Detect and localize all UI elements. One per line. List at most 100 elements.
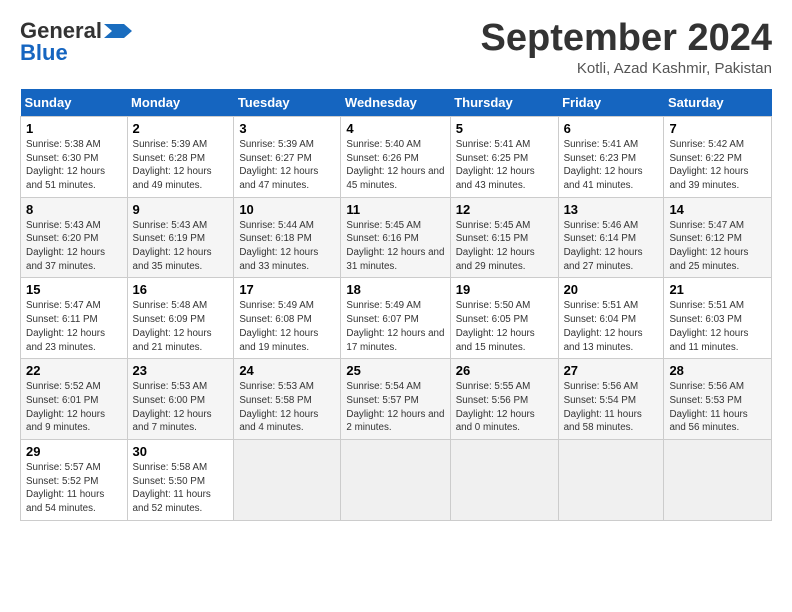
day-info: Sunrise: 5:54 AMSunset: 5:57 PMDaylight:… bbox=[346, 380, 444, 435]
calendar-week-row: 15 Sunrise: 5:47 AMSunset: 6:11 PMDayligh… bbox=[21, 278, 772, 359]
calendar-cell: 10 Sunrise: 5:44 AMSunset: 6:18 PMDayligh… bbox=[234, 197, 341, 278]
day-number: 16 bbox=[133, 282, 229, 297]
day-info: Sunrise: 5:47 AMSunset: 6:12 PMDaylight:… bbox=[669, 219, 766, 274]
logo: General Blue bbox=[20, 18, 132, 66]
calendar-cell: 2 Sunrise: 5:39 AMSunset: 6:28 PMDaylight… bbox=[127, 116, 234, 197]
day-info: Sunrise: 5:47 AMSunset: 6:11 PMDaylight:… bbox=[26, 299, 122, 354]
day-number: 4 bbox=[346, 121, 444, 136]
day-info: Sunrise: 5:56 AMSunset: 5:53 PMDaylight:… bbox=[669, 380, 766, 435]
calendar-cell: 11Sunrise: 5:45 AMSunset: 6:16 PMDayligh… bbox=[341, 197, 450, 278]
header-cell-tuesday: Tuesday bbox=[234, 89, 341, 117]
day-info: Sunrise: 5:42 AMSunset: 6:22 PMDaylight:… bbox=[669, 138, 766, 193]
day-number: 24 bbox=[239, 363, 335, 378]
day-info: Sunrise: 5:40 AMSunset: 6:26 PMDaylight:… bbox=[346, 138, 444, 193]
day-number: 10 bbox=[239, 202, 335, 217]
day-info: Sunrise: 5:41 AMSunset: 6:23 PMDaylight:… bbox=[564, 138, 659, 193]
calendar-cell: 29 Sunrise: 5:57 AMSunset: 5:52 PMDayligh… bbox=[21, 440, 128, 521]
calendar-cell: 7Sunrise: 5:42 AMSunset: 6:22 PMDaylight… bbox=[664, 116, 772, 197]
day-info: Sunrise: 5:58 AMSunset: 5:50 PMDaylight:… bbox=[133, 461, 229, 516]
day-number: 2 bbox=[133, 121, 229, 136]
calendar-cell: 14 Sunrise: 5:47 AMSunset: 6:12 PMDayligh… bbox=[664, 197, 772, 278]
day-info: Sunrise: 5:45 AMSunset: 6:15 PMDaylight:… bbox=[456, 219, 553, 274]
day-number: 29 bbox=[26, 444, 122, 459]
header-cell-sunday: Sunday bbox=[21, 89, 128, 117]
day-info: Sunrise: 5:43 AMSunset: 6:20 PMDaylight:… bbox=[26, 219, 122, 274]
day-number: 17 bbox=[239, 282, 335, 297]
calendar-page: General Blue September 2024 Kotli, Azad … bbox=[0, 0, 792, 531]
day-number: 23 bbox=[133, 363, 229, 378]
calendar-cell: 1 Sunrise: 5:38 AMSunset: 6:30 PMDaylight… bbox=[21, 116, 128, 197]
day-number: 15 bbox=[26, 282, 122, 297]
day-info: Sunrise: 5:38 AMSunset: 6:30 PMDaylight:… bbox=[26, 138, 122, 193]
day-info: Sunrise: 5:50 AMSunset: 6:05 PMDaylight:… bbox=[456, 299, 553, 354]
calendar-cell: 16 Sunrise: 5:48 AMSunset: 6:09 PMDayligh… bbox=[127, 278, 234, 359]
calendar-cell: 20 Sunrise: 5:51 AMSunset: 6:04 PMDayligh… bbox=[558, 278, 664, 359]
day-info: Sunrise: 5:51 AMSunset: 6:04 PMDaylight:… bbox=[564, 299, 659, 354]
day-number: 20 bbox=[564, 282, 659, 297]
calendar-cell: 4 Sunrise: 5:40 AMSunset: 6:26 PMDaylight… bbox=[341, 116, 450, 197]
day-number: 9 bbox=[133, 202, 229, 217]
calendar-cell: 12 Sunrise: 5:45 AMSunset: 6:15 PMDayligh… bbox=[450, 197, 558, 278]
title-block: September 2024 Kotli, Azad Kashmir, Paki… bbox=[481, 18, 773, 77]
calendar-cell: 9 Sunrise: 5:43 AMSunset: 6:19 PMDaylight… bbox=[127, 197, 234, 278]
calendar-week-row: 29 Sunrise: 5:57 AMSunset: 5:52 PMDayligh… bbox=[21, 440, 772, 521]
header-cell-saturday: Saturday bbox=[664, 89, 772, 117]
day-number: 14 bbox=[669, 202, 766, 217]
header: General Blue September 2024 Kotli, Azad … bbox=[20, 18, 772, 77]
day-number: 28 bbox=[669, 363, 766, 378]
day-number: 18 bbox=[346, 282, 444, 297]
calendar-cell: 6 Sunrise: 5:41 AMSunset: 6:23 PMDaylight… bbox=[558, 116, 664, 197]
day-info: Sunrise: 5:52 AMSunset: 6:01 PMDaylight:… bbox=[26, 380, 122, 435]
logo-arrow-icon bbox=[104, 20, 132, 42]
calendar-cell: 24 Sunrise: 5:53 AMSunset: 5:58 PMDayligh… bbox=[234, 359, 341, 440]
day-number: 27 bbox=[564, 363, 659, 378]
calendar-week-row: 1 Sunrise: 5:38 AMSunset: 6:30 PMDaylight… bbox=[21, 116, 772, 197]
day-number: 19 bbox=[456, 282, 553, 297]
calendar-cell: 19 Sunrise: 5:50 AMSunset: 6:05 PMDayligh… bbox=[450, 278, 558, 359]
day-info: Sunrise: 5:44 AMSunset: 6:18 PMDaylight:… bbox=[239, 219, 335, 274]
calendar-cell: 28 Sunrise: 5:56 AMSunset: 5:53 PMDayligh… bbox=[664, 359, 772, 440]
day-number: 1 bbox=[26, 121, 122, 136]
calendar-week-row: 8Sunrise: 5:43 AMSunset: 6:20 PMDaylight… bbox=[21, 197, 772, 278]
day-info: Sunrise: 5:53 AMSunset: 6:00 PMDaylight:… bbox=[133, 380, 229, 435]
location: Kotli, Azad Kashmir, Pakistan bbox=[481, 60, 773, 77]
day-info: Sunrise: 5:39 AMSunset: 6:28 PMDaylight:… bbox=[133, 138, 229, 193]
header-cell-monday: Monday bbox=[127, 89, 234, 117]
calendar-cell: 18 Sunrise: 5:49 AMSunset: 6:07 PMDayligh… bbox=[341, 278, 450, 359]
logo-text-blue: Blue bbox=[20, 40, 68, 66]
day-number: 12 bbox=[456, 202, 553, 217]
day-info: Sunrise: 5:48 AMSunset: 6:09 PMDaylight:… bbox=[133, 299, 229, 354]
calendar-cell: 17 Sunrise: 5:49 AMSunset: 6:08 PMDayligh… bbox=[234, 278, 341, 359]
day-info: Sunrise: 5:41 AMSunset: 6:25 PMDaylight:… bbox=[456, 138, 553, 193]
day-info: Sunrise: 5:49 AMSunset: 6:08 PMDaylight:… bbox=[239, 299, 335, 354]
calendar-cell: 23 Sunrise: 5:53 AMSunset: 6:00 PMDayligh… bbox=[127, 359, 234, 440]
header-cell-friday: Friday bbox=[558, 89, 664, 117]
day-number: 22 bbox=[26, 363, 122, 378]
calendar-cell bbox=[664, 440, 772, 521]
calendar-cell: 27Sunrise: 5:56 AMSunset: 5:54 PMDayligh… bbox=[558, 359, 664, 440]
month-title: September 2024 bbox=[481, 18, 773, 60]
day-number: 21 bbox=[669, 282, 766, 297]
day-number: 6 bbox=[564, 121, 659, 136]
day-info: Sunrise: 5:43 AMSunset: 6:19 PMDaylight:… bbox=[133, 219, 229, 274]
calendar-cell: 30 Sunrise: 5:58 AMSunset: 5:50 PMDayligh… bbox=[127, 440, 234, 521]
day-number: 3 bbox=[239, 121, 335, 136]
calendar-cell: 15 Sunrise: 5:47 AMSunset: 6:11 PMDayligh… bbox=[21, 278, 128, 359]
calendar-cell bbox=[558, 440, 664, 521]
day-info: Sunrise: 5:57 AMSunset: 5:52 PMDaylight:… bbox=[26, 461, 122, 516]
day-number: 30 bbox=[133, 444, 229, 459]
calendar-cell: 13 Sunrise: 5:46 AMSunset: 6:14 PMDayligh… bbox=[558, 197, 664, 278]
day-info: Sunrise: 5:39 AMSunset: 6:27 PMDaylight:… bbox=[239, 138, 335, 193]
day-number: 13 bbox=[564, 202, 659, 217]
day-info: Sunrise: 5:49 AMSunset: 6:07 PMDaylight:… bbox=[346, 299, 444, 354]
calendar-week-row: 22 Sunrise: 5:52 AMSunset: 6:01 PMDayligh… bbox=[21, 359, 772, 440]
day-info: Sunrise: 5:46 AMSunset: 6:14 PMDaylight:… bbox=[564, 219, 659, 274]
calendar-cell bbox=[341, 440, 450, 521]
day-number: 26 bbox=[456, 363, 553, 378]
day-info: Sunrise: 5:53 AMSunset: 5:58 PMDaylight:… bbox=[239, 380, 335, 435]
day-info: Sunrise: 5:45 AMSunset: 6:16 PMDaylight:… bbox=[346, 219, 444, 274]
calendar-cell: 22 Sunrise: 5:52 AMSunset: 6:01 PMDayligh… bbox=[21, 359, 128, 440]
day-number: 5 bbox=[456, 121, 553, 136]
calendar-cell: 25Sunrise: 5:54 AMSunset: 5:57 PMDayligh… bbox=[341, 359, 450, 440]
header-cell-wednesday: Wednesday bbox=[341, 89, 450, 117]
